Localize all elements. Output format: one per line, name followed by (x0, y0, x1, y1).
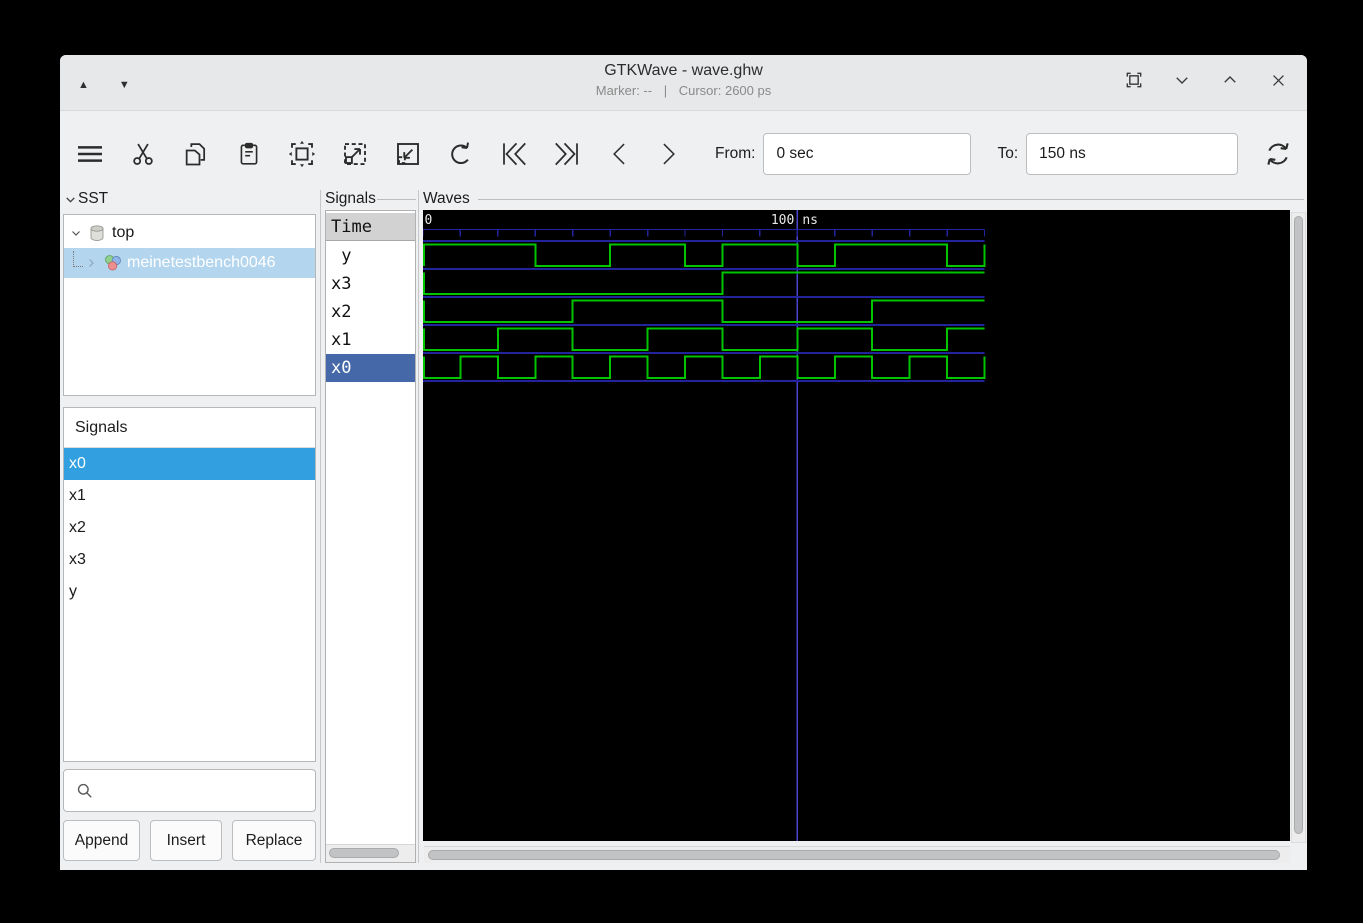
signals-frame-line (377, 199, 416, 200)
waves-frame-line (478, 199, 1304, 200)
fullscreen-icon[interactable] (1123, 69, 1145, 91)
sst-signals-list: Signals x0 x1 x2 x3 y (63, 407, 316, 762)
shift-left-icon[interactable] (604, 138, 636, 170)
zoom-in-icon[interactable] (339, 138, 371, 170)
module-icon (103, 253, 123, 273)
insert-button[interactable]: Insert (150, 820, 222, 861)
list-item[interactable]: x1 (64, 480, 315, 512)
list-item[interactable]: x3 (64, 544, 315, 576)
tree-connector (73, 251, 83, 267)
close-icon[interactable] (1267, 69, 1289, 91)
marker-status: Marker: -- (595, 83, 653, 98)
scrollbar-thumb[interactable] (428, 850, 1280, 860)
replace-button[interactable]: Replace (232, 820, 316, 861)
cut-icon[interactable] (127, 138, 159, 170)
append-button[interactable]: Append (63, 820, 140, 861)
shift-right-icon[interactable] (652, 138, 684, 170)
waveform-plot: 0 100 ns (422, 210, 986, 841)
undo-icon[interactable] (445, 138, 477, 170)
wave-vertical-scrollbar[interactable] (1291, 212, 1306, 843)
chevron-down-icon[interactable] (70, 227, 84, 239)
wave-canvas[interactable]: 0 100 ns (422, 210, 1290, 841)
maximize-icon[interactable] (1219, 69, 1241, 91)
sst-frame-label: SST (78, 190, 109, 207)
svg-text:0: 0 (425, 213, 433, 228)
pane-separator-right[interactable] (418, 190, 419, 863)
minimize-icon[interactable] (1171, 69, 1193, 91)
list-item[interactable]: y (64, 576, 315, 608)
signal-search-box[interactable] (63, 769, 316, 812)
scrollbar-thumb[interactable] (329, 848, 399, 858)
tree-root-label[interactable]: top (112, 224, 134, 242)
waves-frame-label: Waves (423, 190, 470, 207)
window-subtitle: Marker: -- | Cursor: 2600 ps (60, 83, 1307, 98)
copy-icon[interactable] (180, 138, 212, 170)
gtkwave-window: ▲ ▼ GTKWave - wave.ghw Marker: -- | Curs… (60, 55, 1307, 870)
signal-row-x2[interactable]: x2 (326, 298, 415, 326)
from-input[interactable] (763, 133, 972, 175)
database-icon (88, 224, 106, 242)
search-input[interactable] (102, 774, 315, 807)
zoom-fit-icon[interactable] (286, 138, 318, 170)
sst-tree: top meinetestbench0046 (63, 214, 316, 396)
paste-icon[interactable] (233, 138, 265, 170)
signals-frame-label: Signals (325, 190, 376, 207)
pane-separator-left[interactable] (320, 190, 321, 863)
to-label: To: (997, 145, 1019, 162)
tree-child-label[interactable]: meinetestbench0046 (127, 254, 276, 272)
cursor-status: Cursor: 2600 ps (678, 83, 772, 98)
search-icon (75, 781, 94, 800)
go-to-start-icon[interactable] (498, 138, 530, 170)
tree-row-top[interactable]: top (64, 218, 315, 248)
from-label: From: (715, 145, 756, 162)
list-item[interactable]: x2 (64, 512, 315, 544)
sst-collapse-icon[interactable] (64, 193, 77, 206)
subtitle-separator: | (663, 83, 668, 98)
list-item[interactable]: x0 (64, 448, 315, 480)
titlebar: ▲ ▼ GTKWave - wave.ghw Marker: -- | Curs… (60, 55, 1307, 111)
toolbar: From: To: (60, 118, 1307, 190)
to-input[interactable] (1026, 133, 1239, 175)
signal-row-x0[interactable]: x0 (326, 354, 415, 382)
signal-name-column: Time y x3 x2 x1 x0 (325, 210, 416, 863)
name-column-scrollbar[interactable] (326, 844, 415, 862)
window-title: GTKWave - wave.ghw (604, 62, 763, 79)
tree-row-testbench[interactable]: meinetestbench0046 (64, 248, 315, 278)
time-column-header[interactable]: Time (326, 213, 415, 241)
svg-text:100: 100 (771, 213, 794, 228)
svg-text:ns: ns (802, 213, 818, 228)
wave-horizontal-scrollbar[interactable] (424, 846, 1290, 863)
zoom-out-icon[interactable] (392, 138, 424, 170)
chevron-right-icon[interactable] (85, 257, 99, 269)
signal-row-x1[interactable]: x1 (326, 326, 415, 354)
signal-row-x3[interactable]: x3 (326, 270, 415, 298)
reload-icon[interactable] (1262, 138, 1294, 170)
scrollbar-thumb[interactable] (1294, 216, 1303, 834)
signal-action-buttons: Append Insert Replace (63, 820, 316, 861)
menu-icon[interactable] (74, 138, 106, 170)
go-to-end-icon[interactable] (551, 138, 583, 170)
signal-row-y[interactable]: y (326, 242, 415, 270)
signals-list-header: Signals (64, 408, 315, 448)
